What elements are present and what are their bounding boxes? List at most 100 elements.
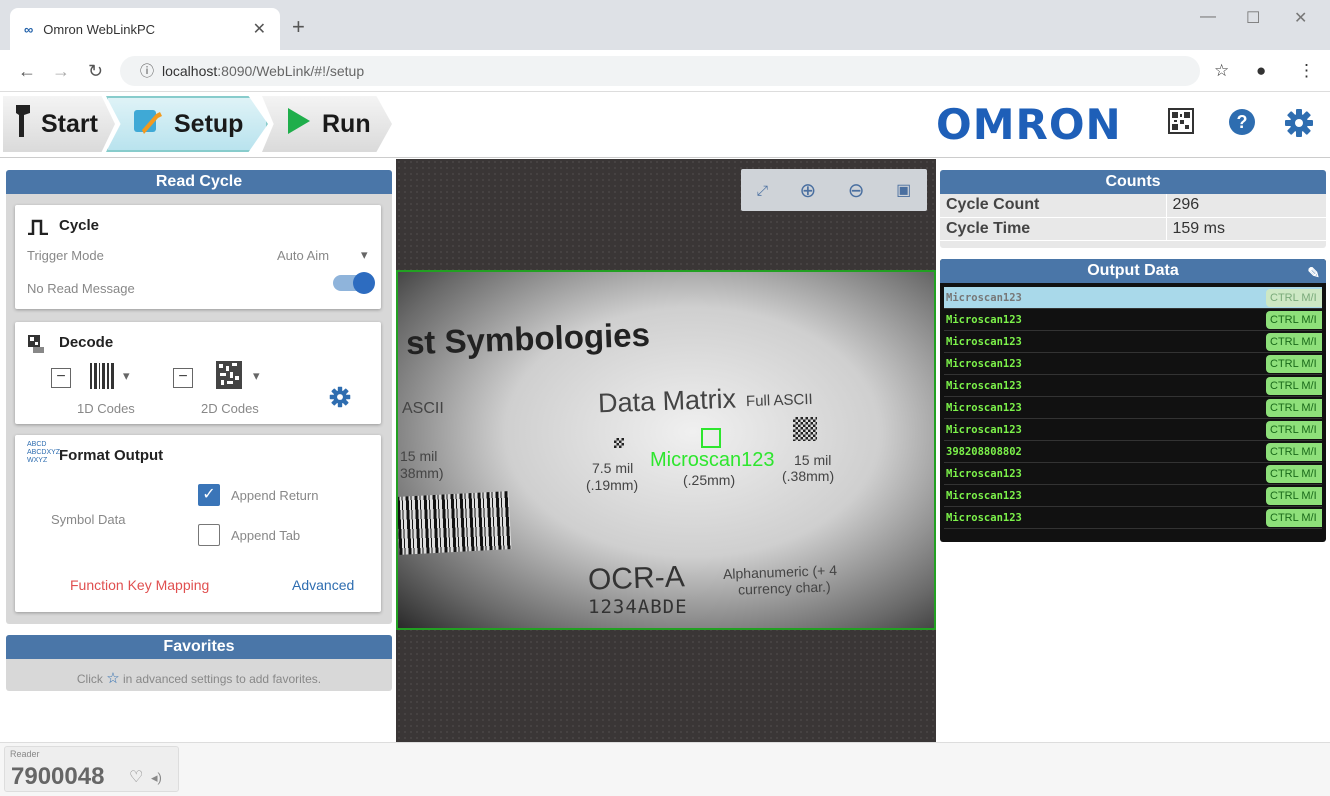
output-row[interactable]: Microscan123 CTRL M/I (944, 419, 1322, 441)
counts-title: Counts (940, 170, 1326, 194)
forward-button[interactable]: → (52, 61, 70, 82)
new-tab-button[interactable]: + (292, 14, 305, 40)
minimize-window-button[interactable]: — (1200, 8, 1216, 26)
settings-gear-icon[interactable] (1284, 108, 1314, 145)
favorites-panel: Favorites Click ☆ in advanced settings t… (6, 635, 392, 691)
image-size1-mm: (.19mm) (586, 477, 639, 493)
url-host: localhost (162, 63, 218, 79)
zoom-in-icon[interactable]: ⊕ (800, 178, 817, 203)
url-path: :8090/WebLink/#!/setup (217, 63, 365, 79)
output-row[interactable]: Microscan123 CTRL M/I (944, 397, 1322, 419)
run-step-label: Run (322, 109, 371, 138)
output-row[interactable]: Microscan123 CTRL M/I (944, 463, 1322, 485)
ctrl-badge: CTRL M/I (1266, 399, 1322, 417)
output-row[interactable]: Microscan123 CTRL M/I (944, 507, 1322, 529)
output-row[interactable]: Microscan123 CTRL M/I (944, 375, 1322, 397)
close-window-button[interactable]: ✕ (1294, 8, 1307, 28)
reader-number: 7900048 (11, 763, 105, 790)
decode-settings-gear-icon[interactable] (329, 386, 351, 413)
ctrl-badge: CTRL M/I (1266, 465, 1322, 483)
close-tab-icon[interactable]: ✕ (253, 19, 266, 39)
2d-chevron-down-icon[interactable]: ▾ (253, 368, 260, 384)
lightbulb-icon[interactable]: ♡ (129, 767, 143, 787)
output-row-text: Microscan123 (946, 424, 1022, 436)
omron-logo: OMRON (936, 100, 1122, 149)
output-row[interactable]: Microscan123 CTRL M/I (944, 309, 1322, 331)
image-ocr-desc2: currency char.) (737, 578, 831, 598)
back-button[interactable]: ← (18, 61, 36, 82)
1d-codes-toggle[interactable]: − (51, 368, 71, 388)
info-icon[interactable]: ⓘ (140, 61, 154, 81)
setup-step-label: Setup (174, 109, 244, 138)
bookmark-star-icon[interactable]: ☆ (1214, 61, 1229, 81)
cycle-card: Cycle Trigger Mode Auto Aim ▾ No Read Me… (15, 205, 381, 309)
setup-step-button[interactable]: Setup (106, 96, 268, 152)
output-row[interactable]: Microscan123 CTRL M/I (944, 485, 1322, 507)
reader-status[interactable]: Reader 7900048 ♡ ◂) (4, 746, 179, 792)
maximize-window-button[interactable]: ☐ (1246, 8, 1260, 28)
output-row-text: 398208808802 (946, 446, 1022, 458)
append-return-checkbox[interactable]: ✓ (198, 484, 220, 506)
url-field[interactable]: ⓘ localhost:8090/WebLink/#!/setup (120, 56, 1200, 86)
browser-tab-bar: ∞ Omron WebLinkPC ✕ + — ☐ ✕ (0, 0, 1330, 50)
save-image-icon[interactable]: ▣ (896, 180, 911, 200)
no-read-message-toggle[interactable] (333, 272, 375, 294)
image-size3: 15 mil (794, 452, 832, 468)
output-row[interactable]: Microscan123 CTRL M/I (944, 353, 1322, 375)
datamatrix-2d-icon[interactable] (215, 360, 243, 393)
run-step-button[interactable]: Run (262, 96, 392, 152)
output-data-panel: Output Data ✎ Microscan123 CTRL M/I Micro… (940, 259, 1326, 542)
image-heading-text: st Symbologies (405, 315, 651, 362)
help-icon[interactable]: ? (1228, 108, 1256, 143)
read-cycle-title: Read Cycle (6, 170, 392, 194)
output-row[interactable]: Microscan123 CTRL M/I (944, 331, 1322, 353)
left-panel: Read Cycle Cycle Trigger Mode Auto Aim ▾… (0, 159, 396, 742)
image-small-datamatrix (614, 438, 624, 448)
play-icon (286, 106, 312, 143)
reload-button[interactable]: ↻ (88, 61, 103, 82)
function-key-mapping-link[interactable]: Function Key Mapping (70, 577, 209, 593)
qr-code-icon[interactable] (1168, 108, 1194, 141)
ctrl-badge: CTRL M/I (1266, 311, 1322, 329)
scanner-icon (15, 103, 31, 146)
output-data-title: Output Data (1087, 262, 1179, 279)
ctrl-badge: CTRL M/I (1266, 509, 1322, 527)
profile-icon[interactable]: ● (1256, 61, 1266, 81)
image-size2-mm: (.25mm) (683, 472, 736, 488)
2d-codes-label: 2D Codes (201, 401, 259, 416)
chevron-down-icon[interactable]: ▾ (361, 247, 368, 263)
output-row[interactable]: 398208808802 CTRL M/I (944, 441, 1322, 463)
read-cycle-panel: Read Cycle Cycle Trigger Mode Auto Aim ▾… (6, 170, 392, 624)
advanced-link[interactable]: Advanced (292, 577, 354, 593)
speaker-icon[interactable]: ◂) (151, 770, 162, 786)
decode-card: Decode − ▾ 1D Codes − ▾ 2D Codes (15, 322, 381, 424)
image-left-size-mm: 38mm) (400, 465, 444, 481)
output-row-text: Microscan123 (946, 314, 1022, 326)
trigger-mode-select[interactable]: Auto Aim (277, 248, 329, 263)
decode-heading: Decode (59, 334, 114, 351)
barcode-1d-icon[interactable] (89, 362, 115, 393)
2d-codes-toggle[interactable]: − (173, 368, 193, 388)
ctrl-badge: CTRL M/I (1266, 487, 1322, 505)
ctrl-badge: CTRL M/I (1266, 421, 1322, 439)
decoded-symbol-label: Microscan123 (650, 449, 775, 471)
browser-menu-icon[interactable]: ⋮ (1298, 61, 1315, 81)
eraser-icon[interactable]: ✎ (1307, 262, 1320, 286)
append-tab-checkbox[interactable] (198, 524, 220, 546)
fit-to-window-icon[interactable]: ⤢ (757, 182, 768, 199)
camera-image[interactable]: st Symbologies ASCII Data Matrix Full AS… (396, 270, 936, 630)
output-row-text: Microscan123 (946, 468, 1022, 480)
browser-tab[interactable]: ∞ Omron WebLinkPC ✕ (10, 8, 280, 50)
image-ocr-number: 1234ABDE (588, 596, 688, 618)
star-icon: ☆ (106, 670, 120, 687)
zoom-out-icon[interactable]: ⊖ (848, 178, 865, 203)
output-row-text: Microscan123 (946, 292, 1022, 304)
output-row-text: Microscan123 (946, 512, 1022, 524)
output-row-text: Microscan123 (946, 380, 1022, 392)
output-row[interactable]: Microscan123 CTRL M/I (944, 287, 1322, 309)
right-panel: Counts Cycle Count 296 Cycle Time 159 ms… (936, 159, 1330, 742)
1d-chevron-down-icon[interactable]: ▾ (123, 368, 130, 384)
cycle-time-value: 159 ms (1166, 217, 1326, 241)
append-return-label: Append Return (231, 488, 319, 503)
start-step-button[interactable]: Start (3, 96, 115, 152)
